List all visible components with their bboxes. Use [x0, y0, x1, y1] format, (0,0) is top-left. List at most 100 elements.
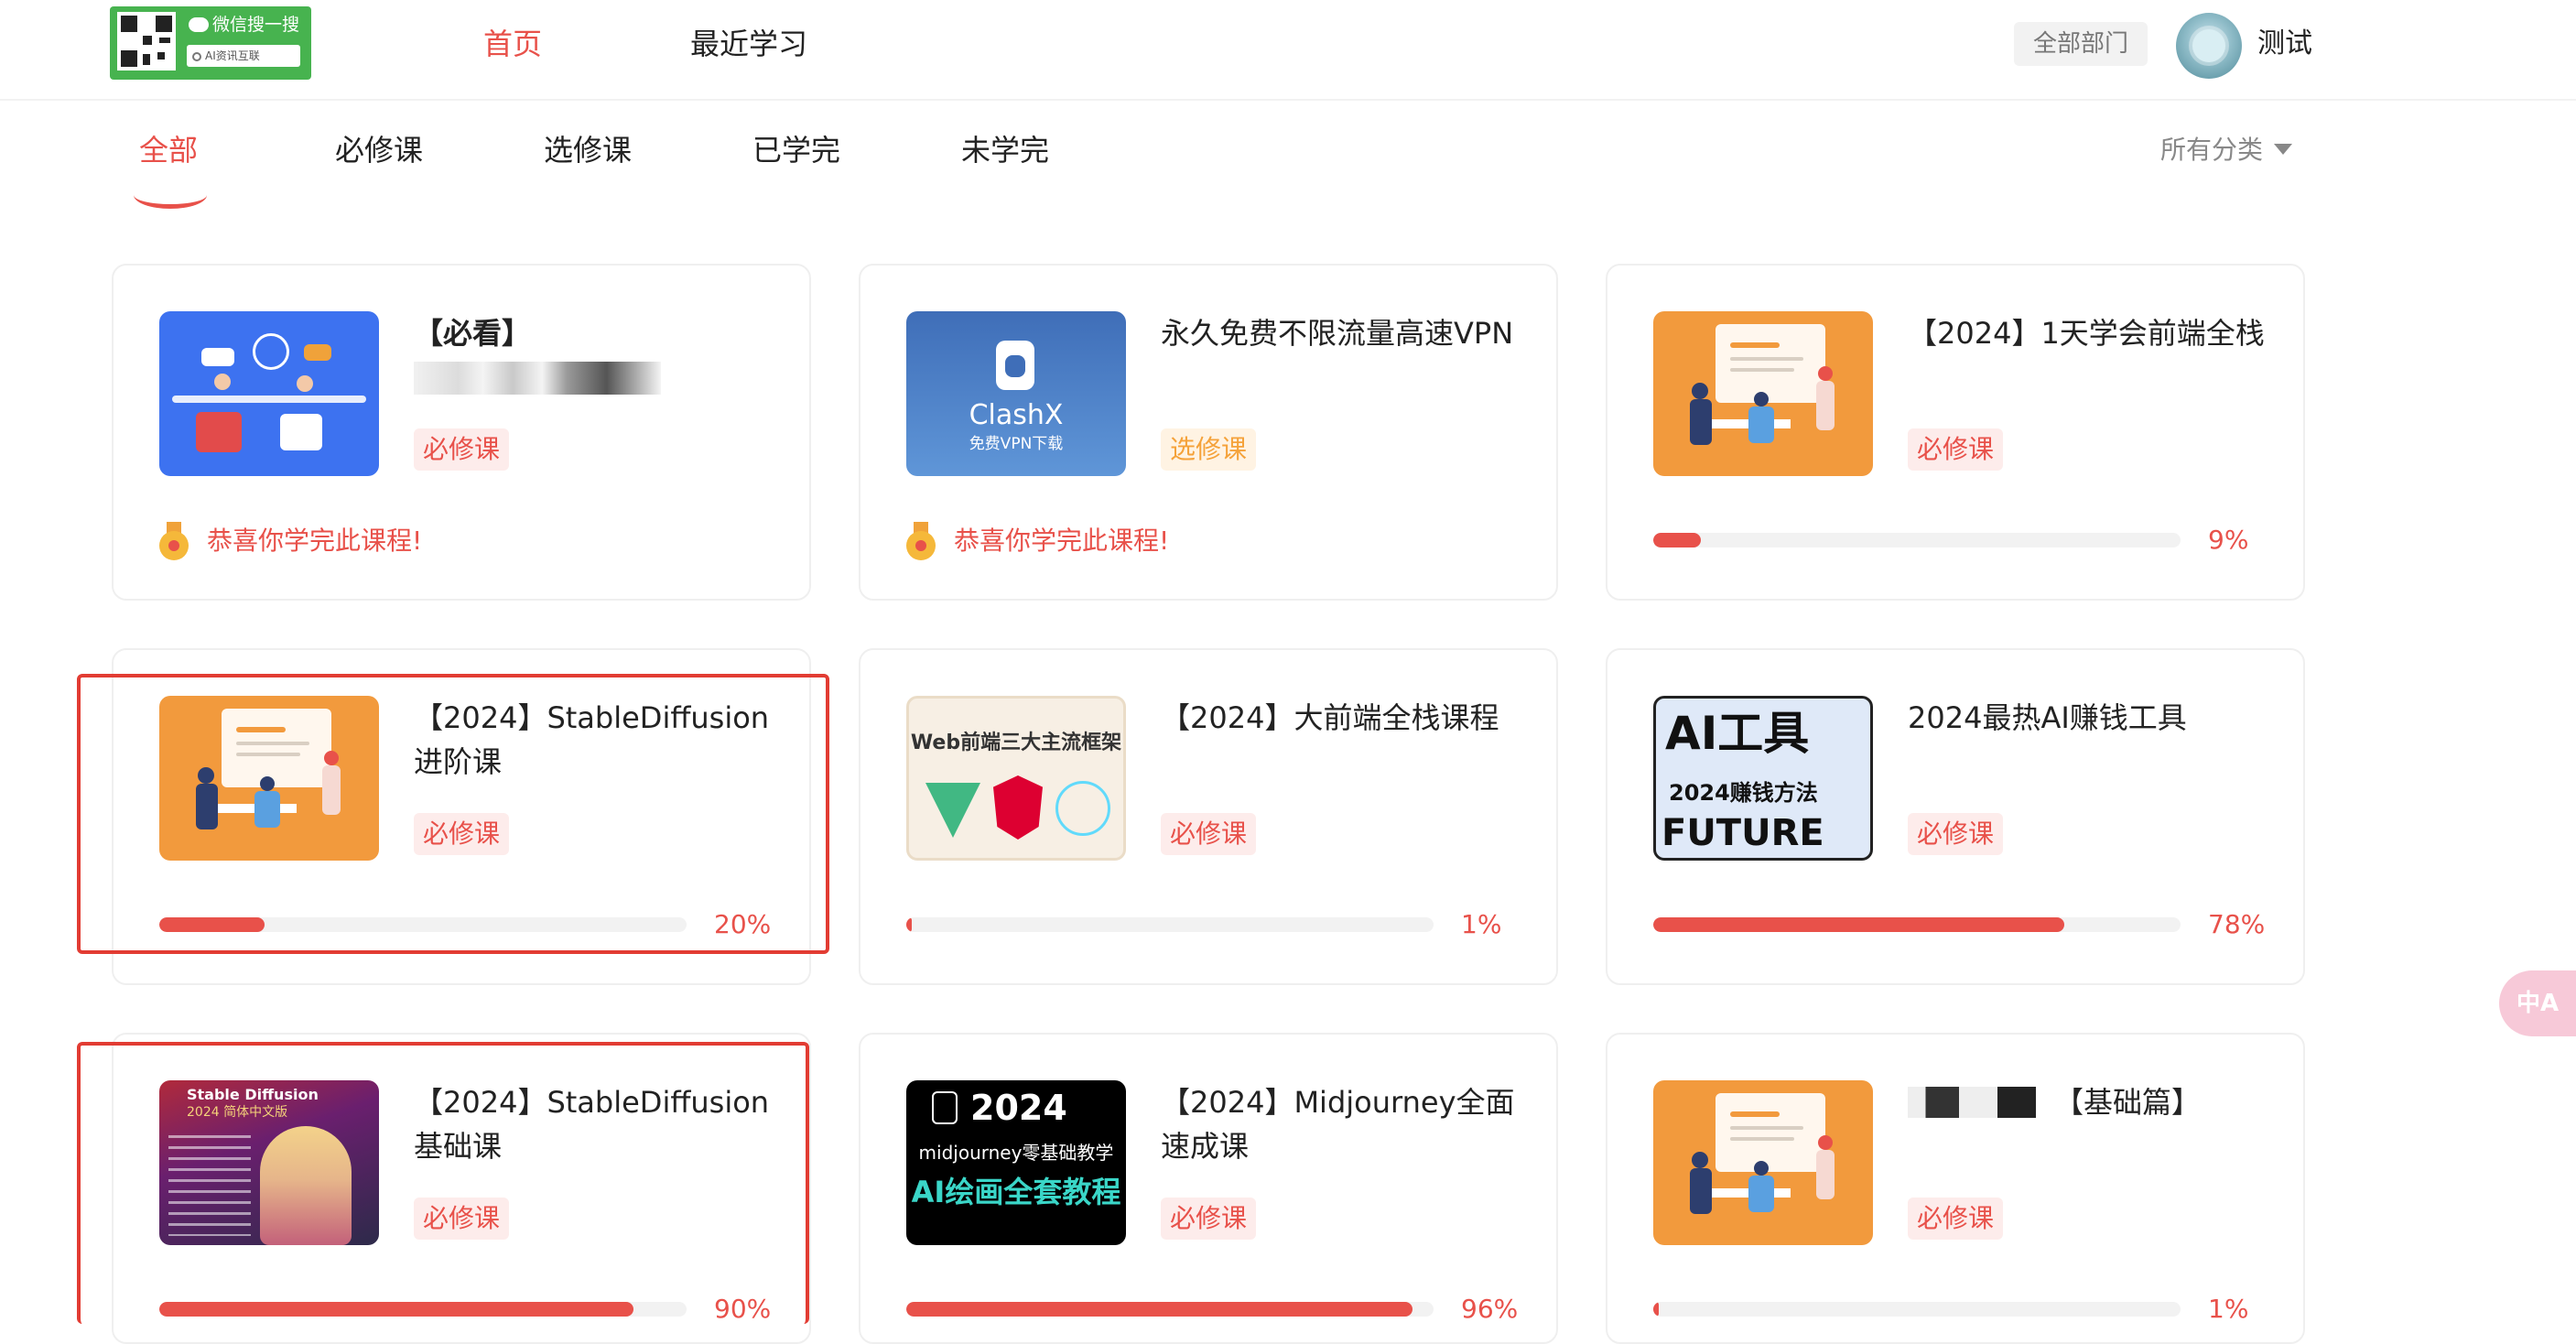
course-card[interactable]: 【必看】 必修课 恭喜你学完此课程! [112, 264, 811, 601]
tag-required: 必修课 [1161, 1198, 1257, 1240]
course-title-text: 【必看】 [414, 316, 532, 351]
course-title: 【2024】1天学会前端全栈 [1908, 316, 2265, 351]
blurred-title [1908, 1087, 2036, 1118]
category-dropdown[interactable]: 所有分类 [2160, 130, 2293, 170]
completed-text: 恭喜你学完此课程! [954, 526, 1170, 556]
course-title: 【2024】StableDiffusion基础课 [414, 1085, 770, 1164]
course-card[interactable]: Web前端三大主流框架 【2024】大前端全栈课程 必修课 1% [859, 648, 1558, 985]
progress-percent: 9% [2208, 525, 2249, 555]
office-illustration-icon [159, 311, 379, 476]
progress-fill [906, 1302, 1412, 1317]
progress-fill [1653, 917, 2065, 932]
progress-percent: 1% [1461, 909, 1502, 939]
course-card[interactable]: 【2024】1天学会前端全栈 必修课 9% [1606, 264, 2305, 601]
progress-fill [159, 1302, 634, 1317]
tab-elective[interactable]: 选修课 [544, 128, 632, 172]
feature-list-icon [168, 1135, 251, 1236]
completed-text: 恭喜你学完此课程! [207, 526, 423, 556]
course-title: 【必看】 [414, 311, 771, 399]
thumb-subtitle: 2024 简体中文版 [187, 1105, 288, 1120]
tab-required[interactable]: 必修课 [335, 128, 423, 172]
thumb-title: 2024 [970, 1088, 1067, 1128]
logo-caption: 微信搜一搜 [212, 15, 300, 35]
progress-bar [159, 1302, 687, 1317]
thumb-subtitle: midjourney零基础教学 [918, 1142, 1114, 1164]
progress-bar [159, 917, 687, 932]
react-logo-icon [1055, 781, 1110, 836]
top-navigation-bar: 微信搜一搜 AI资讯互联 首页 最近学习 全部部门 测试 [0, 0, 2576, 101]
caret-down-icon [2274, 144, 2293, 155]
vue-logo-icon [925, 783, 980, 838]
thumb-tagline: FUTURE [1661, 812, 1824, 854]
course-card[interactable]: ClashX 免费VPN下载 永久免费不限流量高速VPN 选修课 恭喜你学完此课… [859, 264, 1558, 601]
progress-percent: 90% [714, 1294, 772, 1324]
progress-fill [906, 917, 912, 932]
anime-figure-icon [260, 1126, 352, 1245]
course-title: 永久免费不限流量高速VPN [1161, 316, 1514, 351]
progress-fill [159, 917, 265, 932]
tag-required: 必修课 [1161, 813, 1257, 855]
clashx-vpn-icon: ClashX 免费VPN下载 [906, 311, 1126, 476]
progress-bar [906, 1302, 1434, 1317]
course-title: 【2024】大前端全栈课程 [1161, 700, 1499, 735]
active-tab-indicator [134, 181, 207, 209]
course-title: 2024最热AI赚钱工具 [1908, 700, 2187, 735]
tag-required: 必修课 [1908, 428, 2004, 471]
tag-required: 必修课 [414, 1198, 510, 1240]
progress-percent: 96% [1461, 1294, 1519, 1324]
logo-search-text: AI资讯互联 [205, 49, 260, 62]
stable-diffusion-cover-icon: Stable Diffusion 2024 简体中文版 [159, 1080, 379, 1245]
tag-required: 必修课 [1908, 1198, 2004, 1240]
thumb-title: ClashX [969, 399, 1064, 431]
ai-tools-icon: AI工具 2024赚钱方法 FUTURE [1653, 696, 1873, 861]
translate-button[interactable]: 中A [2499, 970, 2576, 1036]
cat-face-icon [1005, 355, 1025, 377]
tab-completed[interactable]: 已学完 [752, 128, 840, 172]
tab-all[interactable]: 全部 [139, 128, 198, 172]
sailboat-logo-icon [932, 1091, 958, 1124]
thumb-subtitle: 免费VPN下载 [969, 435, 1064, 453]
username[interactable]: 测试 [2257, 22, 2312, 66]
nav-recent-learning[interactable]: 最近学习 [690, 22, 807, 66]
presentation-illustration-icon [1653, 311, 1873, 476]
midjourney-cover-icon: 2024 midjourney零基础教学 AI绘画全套教程 [906, 1080, 1126, 1245]
search-icon [192, 52, 201, 61]
thumb-title: Web前端三大主流框架 [910, 732, 1122, 754]
blurred-title [414, 362, 661, 395]
thumb-subtitle: 2024赚钱方法 [1669, 780, 1818, 806]
tag-required: 必修课 [414, 813, 510, 855]
course-card[interactable]: 【基础篇】 必修课 1% [1606, 1033, 2305, 1344]
thumb-tagline: AI绘画全套教程 [911, 1175, 1121, 1209]
tab-not-completed[interactable]: 未学完 [961, 128, 1049, 172]
medal-icon [906, 522, 936, 560]
progress-bar [1653, 533, 2181, 547]
nav-home[interactable]: 首页 [483, 22, 542, 66]
department-filter-button[interactable]: 全部部门 [2014, 22, 2148, 66]
course-card[interactable]: 【2024】StableDiffusion进阶课 必修课 20% [112, 648, 811, 985]
progress-bar [1653, 917, 2181, 932]
progress-fill [1653, 533, 1701, 547]
tag-required: 必修课 [414, 428, 510, 471]
presentation-illustration-icon [1653, 1080, 1873, 1245]
presentation-illustration-icon [159, 696, 379, 861]
course-card[interactable]: 2024 midjourney零基础教学 AI绘画全套教程 【2024】Midj… [859, 1033, 1558, 1344]
logo-text: 微信搜一搜 [189, 16, 300, 34]
completed-message: 恭喜你学完此课程! [906, 520, 1169, 562]
tag-elective: 选修课 [1161, 428, 1257, 471]
course-title: 【2024】Midjourney全面速成课 [1161, 1085, 1515, 1164]
category-label: 所有分类 [2160, 135, 2264, 165]
progress-percent: 1% [2208, 1294, 2249, 1324]
tag-required: 必修课 [1908, 813, 2004, 855]
medal-icon [159, 522, 189, 560]
wechat-icon [189, 17, 209, 32]
progress-bar [906, 917, 1434, 932]
course-card[interactable]: AI工具 2024赚钱方法 FUTURE 2024最热AI赚钱工具 必修课 78… [1606, 648, 2305, 985]
wechat-search-logo[interactable]: 微信搜一搜 AI资讯互联 [110, 6, 311, 80]
user-avatar[interactable] [2176, 13, 2242, 79]
angular-logo-icon [993, 775, 1043, 840]
course-card[interactable]: Stable Diffusion 2024 简体中文版 【2024】Stable… [112, 1033, 811, 1344]
progress-percent: 20% [714, 909, 772, 939]
course-title: 【基础篇】 [1908, 1080, 2265, 1124]
completed-message: 恭喜你学完此课程! [159, 520, 422, 562]
progress-bar [1653, 1302, 2181, 1317]
